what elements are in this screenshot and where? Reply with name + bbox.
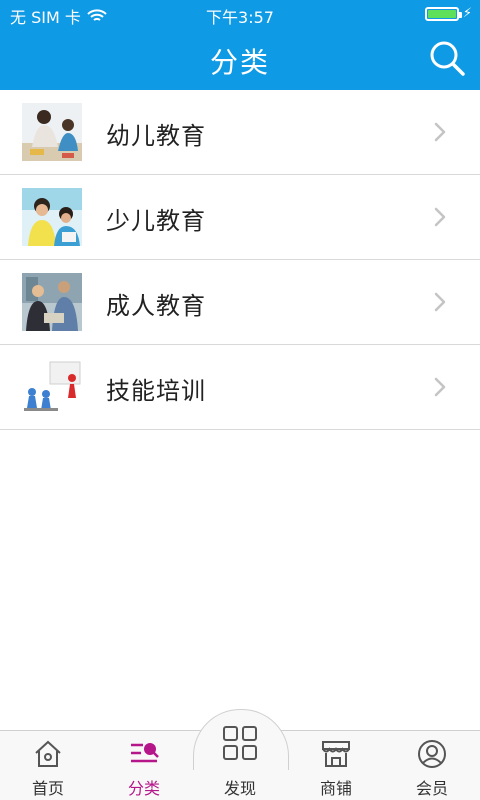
tab-home[interactable]: 首页 (0, 731, 96, 800)
skill-training-photo (22, 358, 82, 416)
tab-store[interactable]: 商铺 (288, 731, 384, 800)
adult-photo (22, 273, 82, 331)
chevron-right-icon (434, 377, 446, 397)
battery-level (427, 9, 456, 18)
preschool-photo (22, 103, 82, 161)
category-icon (131, 743, 159, 763)
member-icon (418, 740, 446, 768)
battery-icon (424, 6, 462, 21)
category-label: 少儿教育 (106, 207, 206, 235)
search-icon[interactable] (428, 39, 466, 77)
tab-member[interactable]: 会员 (384, 731, 480, 800)
children-photo (22, 188, 82, 246)
category-item-adult[interactable]: 成人教育 (0, 260, 480, 345)
tab-label: 发现 (223, 779, 256, 798)
page-title: 分类 (209, 46, 270, 79)
category-list: 幼儿教育 少儿教育 成人教育 技能培训 (0, 90, 480, 430)
status-bar: 无 SIM 卡 下午3:57 ⚡ (0, 0, 480, 28)
tab-label: 分类 (127, 779, 160, 798)
category-item-children[interactable]: 少儿教育 (0, 175, 480, 260)
category-item-skill-training[interactable]: 技能培训 (0, 345, 480, 430)
charging-icon: ⚡ (462, 6, 472, 21)
tab-category[interactable]: 分类 (96, 731, 192, 800)
tab-bar: 首页 分类 发现 商铺 会员 (0, 709, 480, 800)
chevron-right-icon (434, 292, 446, 312)
tab-label: 商铺 (319, 779, 352, 798)
battery-group: ⚡ (424, 6, 472, 21)
nav-bar: 分类 (0, 28, 480, 90)
chevron-right-icon (434, 207, 446, 227)
store-icon (322, 741, 350, 767)
category-label: 技能培训 (106, 377, 206, 405)
category-label: 成人教育 (106, 292, 206, 320)
tab-discover[interactable]: 发现 (192, 726, 288, 800)
tab-label: 首页 (31, 779, 64, 798)
category-item-preschool[interactable]: 幼儿教育 (0, 90, 480, 175)
chevron-right-icon (434, 122, 446, 142)
discover-icon (223, 726, 257, 760)
status-time: 下午3:57 (206, 8, 274, 27)
home-icon (35, 740, 61, 767)
category-label: 幼儿教育 (106, 122, 206, 150)
tab-label: 会员 (415, 779, 448, 798)
